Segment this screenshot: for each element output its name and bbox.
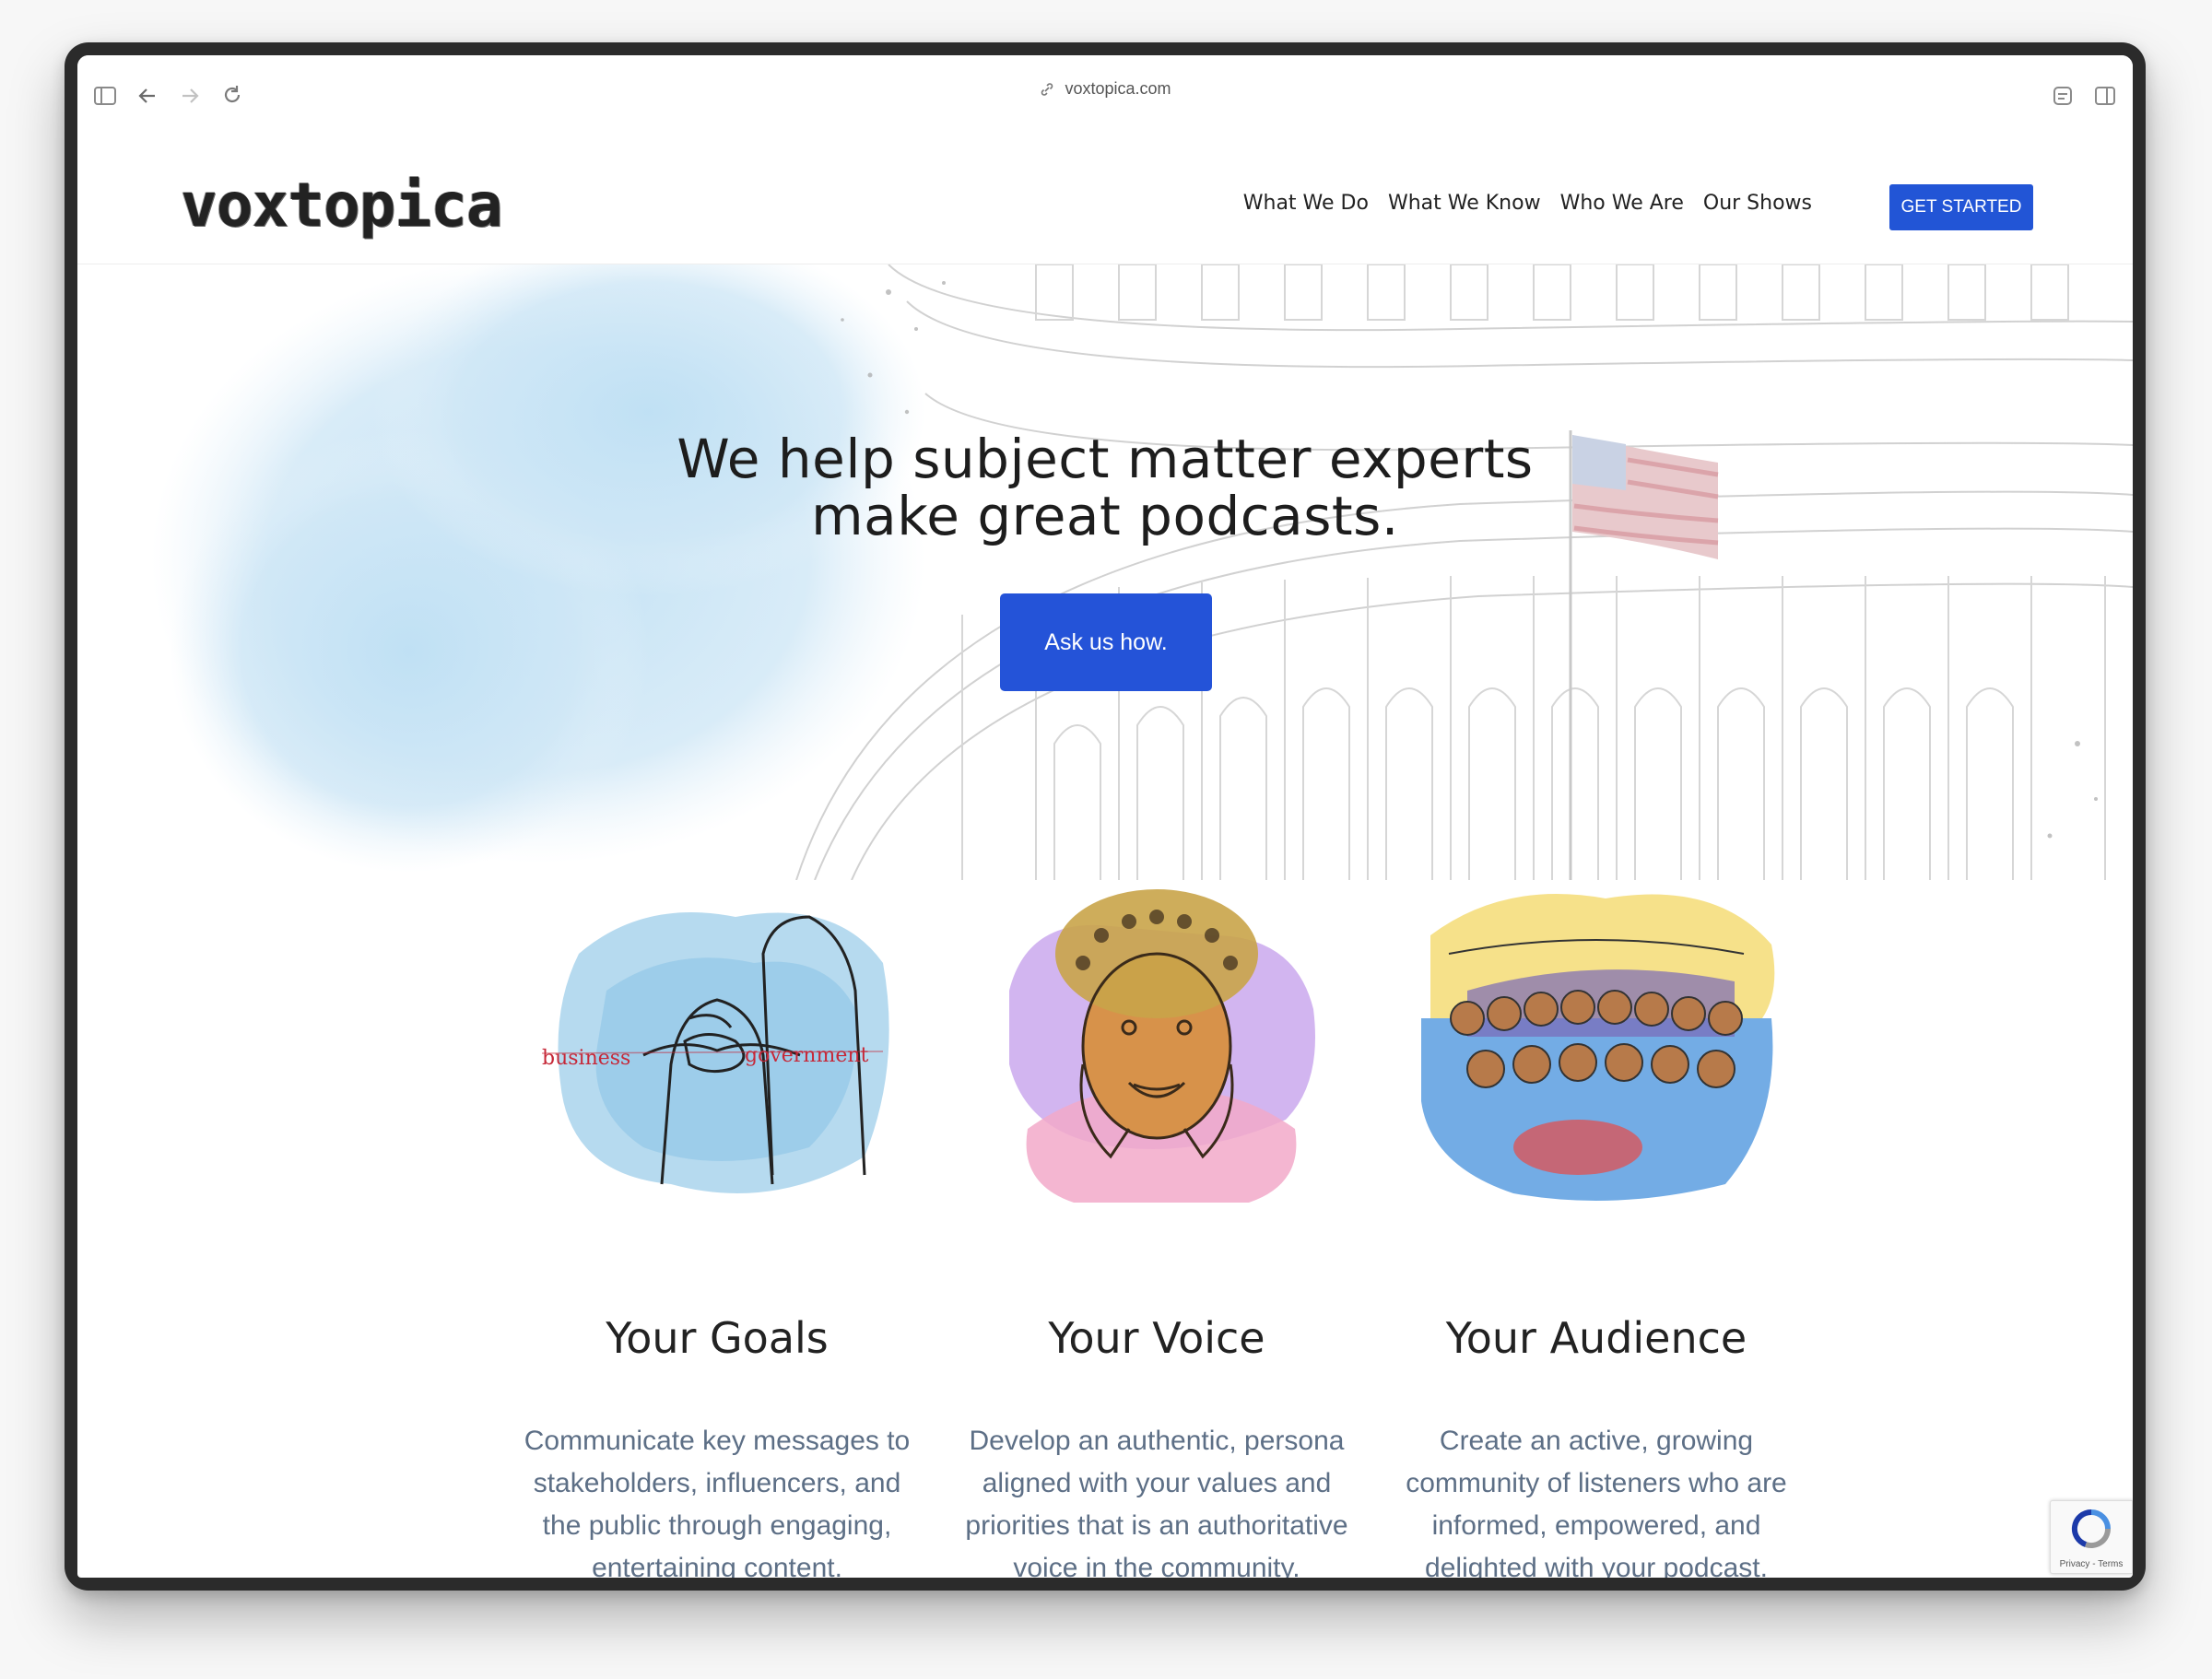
get-started-button[interactable]: GET STARTED [1889,184,2033,230]
browser-toolbar: voxtopica.com [77,55,2133,137]
hero-background-illustration [151,264,2133,880]
hero-title-line-1: We help subject matter experts [677,428,1534,490]
feature-audience-line-4: delighted with your podcast. [1425,1553,1768,1578]
feature-voice-text: Develop an authentic, persona aligned wi… [954,1420,1359,1578]
ask-us-how-button[interactable]: Ask us how. [1000,593,1212,691]
feature-goals-title: Your Goals [606,1313,829,1363]
feature-audience-line-2: community of listeners who are [1406,1468,1787,1498]
svg-text:government: government [745,1044,869,1067]
feature-goals-line-2: stakeholders, influencers, and [533,1468,901,1498]
feature-voice-line-1: Develop an authentic, persona [969,1426,1345,1456]
browser-viewport: voxtopica.com voxtopica What We Do What … [77,55,2133,1578]
browser-window: voxtopica.com voxtopica What We Do What … [65,42,2146,1591]
main-nav: What We Do What We Know Who We Are Our S… [1243,192,1812,215]
nav-our-shows[interactable]: Our Shows [1703,192,1812,215]
government-label: government [745,1044,869,1067]
feature-voice-line-4: voice in the community. [1013,1553,1300,1578]
feature-goals-line-4: entertaining content. [592,1553,842,1578]
hero-title: We help subject matter experts make grea… [77,430,2133,545]
reader-icon[interactable] [2050,83,2076,109]
feature-voice-line-2: aligned with your values and [982,1468,1332,1498]
feature-voice-line-3: priorities that is an authoritative [965,1510,1348,1541]
recaptcha-icon [2071,1509,2112,1549]
recaptcha-badge[interactable]: Privacy - Terms [2050,1500,2133,1574]
business-label: business [542,1047,630,1070]
site-logo[interactable]: voxtopica [181,170,503,241]
recaptcha-links[interactable]: Privacy - Terms [2051,1559,2132,1569]
split-view-icon[interactable] [2092,83,2118,109]
address-bar-text: voxtopica.com [1065,79,1171,98]
hero-title-line-2: make great podcasts. [811,485,1399,547]
hero-section: We help subject matter experts make grea… [77,264,2133,880]
link-icon [1041,83,1053,97]
speaker-illustration [1009,889,1315,1203]
feature-audience: Your Audience Create an active, growing … [1394,880,1799,1578]
feature-audience-text: Create an active, growing community of l… [1394,1420,1799,1578]
audience-illustration [1421,894,1775,1201]
feature-goals-line-1: Communicate key messages to [524,1426,911,1456]
feature-voice: Your Voice Develop an authentic, persona… [954,880,1359,1578]
address-bar[interactable]: voxtopica.com [77,79,2133,99]
site-header: voxtopica What We Do What We Know Who We… [77,136,2133,264]
handshake-illustration: business government [541,912,889,1193]
svg-text:business: business [542,1047,630,1070]
nav-what-we-know[interactable]: What We Know [1388,192,1541,215]
feature-goals-line-3: the public through engaging, [542,1510,892,1541]
feature-audience-line-3: informed, empowered, and [1431,1510,1761,1541]
feature-voice-title: Your Voice [1048,1313,1265,1363]
feature-goals-text: Communicate key messages to stakeholders… [514,1420,920,1578]
nav-what-we-do[interactable]: What We Do [1243,192,1369,215]
feature-audience-line-1: Create an active, growing [1439,1426,1754,1456]
feature-audience-title: Your Audience [1445,1313,1747,1363]
feature-goals: business government Your Goals Communica… [514,880,920,1578]
nav-who-we-are[interactable]: Who We Are [1560,192,1684,215]
